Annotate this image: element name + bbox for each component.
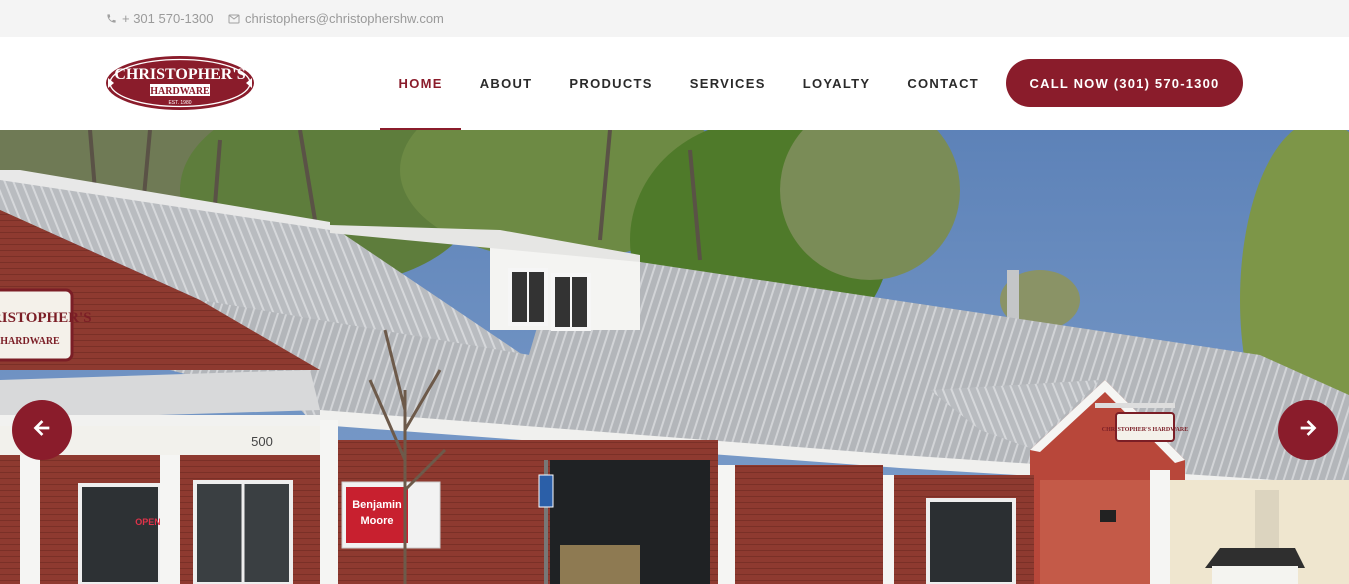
logo-est: EST. 1980 xyxy=(168,100,191,106)
hanging-sign-text: CHRISTOPHER'S HARDWARE xyxy=(1102,427,1188,433)
logo-sub: HARDWARE xyxy=(150,86,210,97)
nav-loyalty[interactable]: LOYALTY xyxy=(784,37,889,130)
nav-about[interactable]: ABOUT xyxy=(461,37,551,130)
topbar-phone-text: + 301 570-1300 xyxy=(122,11,214,26)
topbar-phone[interactable]: + 301 570-1300 xyxy=(106,11,213,26)
logo-name: CHRISTOPHER'S xyxy=(114,66,245,83)
site-logo[interactable]: CHRISTOPHER'S HARDWARE EST. 1980 xyxy=(104,54,256,112)
store-sign-line2: HARDWARE xyxy=(0,336,60,347)
nav-home[interactable]: HOME xyxy=(380,37,462,130)
arrow-left-icon xyxy=(31,417,53,444)
phone-icon xyxy=(106,13,117,24)
store-sign-line1: CHRISTOPHER'S xyxy=(0,310,92,326)
top-contact-bar: + 301 570-1300 christophers@christophers… xyxy=(0,0,1349,37)
hero-storefront-image: CHRISTOPHER'S HARDWARE 500 OPEN Benjamin xyxy=(0,130,1349,584)
call-now-button[interactable]: CALL NOW (301) 570-1300 xyxy=(1006,59,1243,107)
nav-services[interactable]: SERVICES xyxy=(671,37,784,130)
topbar-email-text: christophers@christophershw.com xyxy=(245,11,444,26)
nav-products[interactable]: PRODUCTS xyxy=(551,37,671,130)
mail-icon xyxy=(228,14,240,24)
hero-slider: CHRISTOPHER'S HARDWARE 500 OPEN Benjamin xyxy=(0,130,1349,584)
main-nav: HOME ABOUT PRODUCTS SERVICES LOYALTY CON… xyxy=(380,37,998,130)
paint-sign-line2: Moore xyxy=(361,515,394,527)
paint-brand-sign: Benjamin Moore xyxy=(341,481,441,549)
slider-next-button[interactable] xyxy=(1278,400,1338,460)
address-number: 500 xyxy=(251,434,273,449)
arrow-right-icon xyxy=(1297,417,1319,444)
open-sign: OPEN xyxy=(135,517,161,527)
nav-contact[interactable]: CONTACT xyxy=(889,37,998,130)
paint-sign-line1: Benjamin xyxy=(352,499,402,511)
topbar-email[interactable]: christophers@christophershw.com xyxy=(228,11,444,26)
site-header: CHRISTOPHER'S HARDWARE EST. 1980 HOME AB… xyxy=(0,37,1349,130)
slider-prev-button[interactable] xyxy=(12,400,72,460)
